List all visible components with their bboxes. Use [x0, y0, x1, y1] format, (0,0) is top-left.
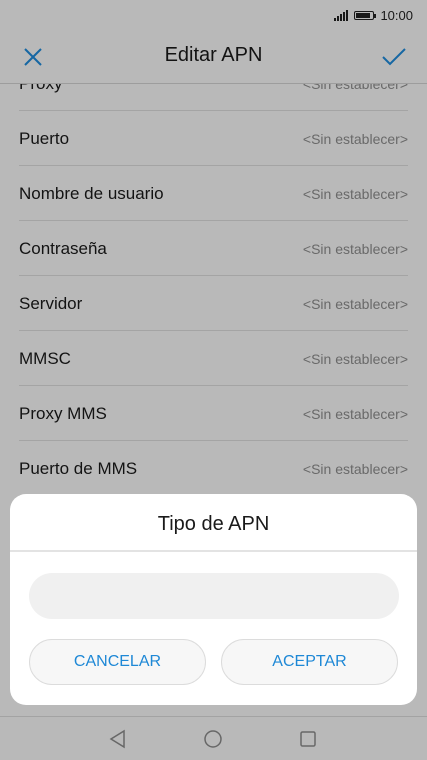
dialog-title: Tipo de APN [157, 513, 270, 535]
cancel-button[interactable]: CANCELAR [29, 639, 206, 685]
apn-type-input[interactable] [29, 573, 399, 619]
dialog-divider [10, 550, 417, 552]
apn-type-dialog: Tipo de APN CANCELAR ACEPTAR [10, 494, 417, 705]
accept-button[interactable]: ACEPTAR [221, 639, 398, 685]
